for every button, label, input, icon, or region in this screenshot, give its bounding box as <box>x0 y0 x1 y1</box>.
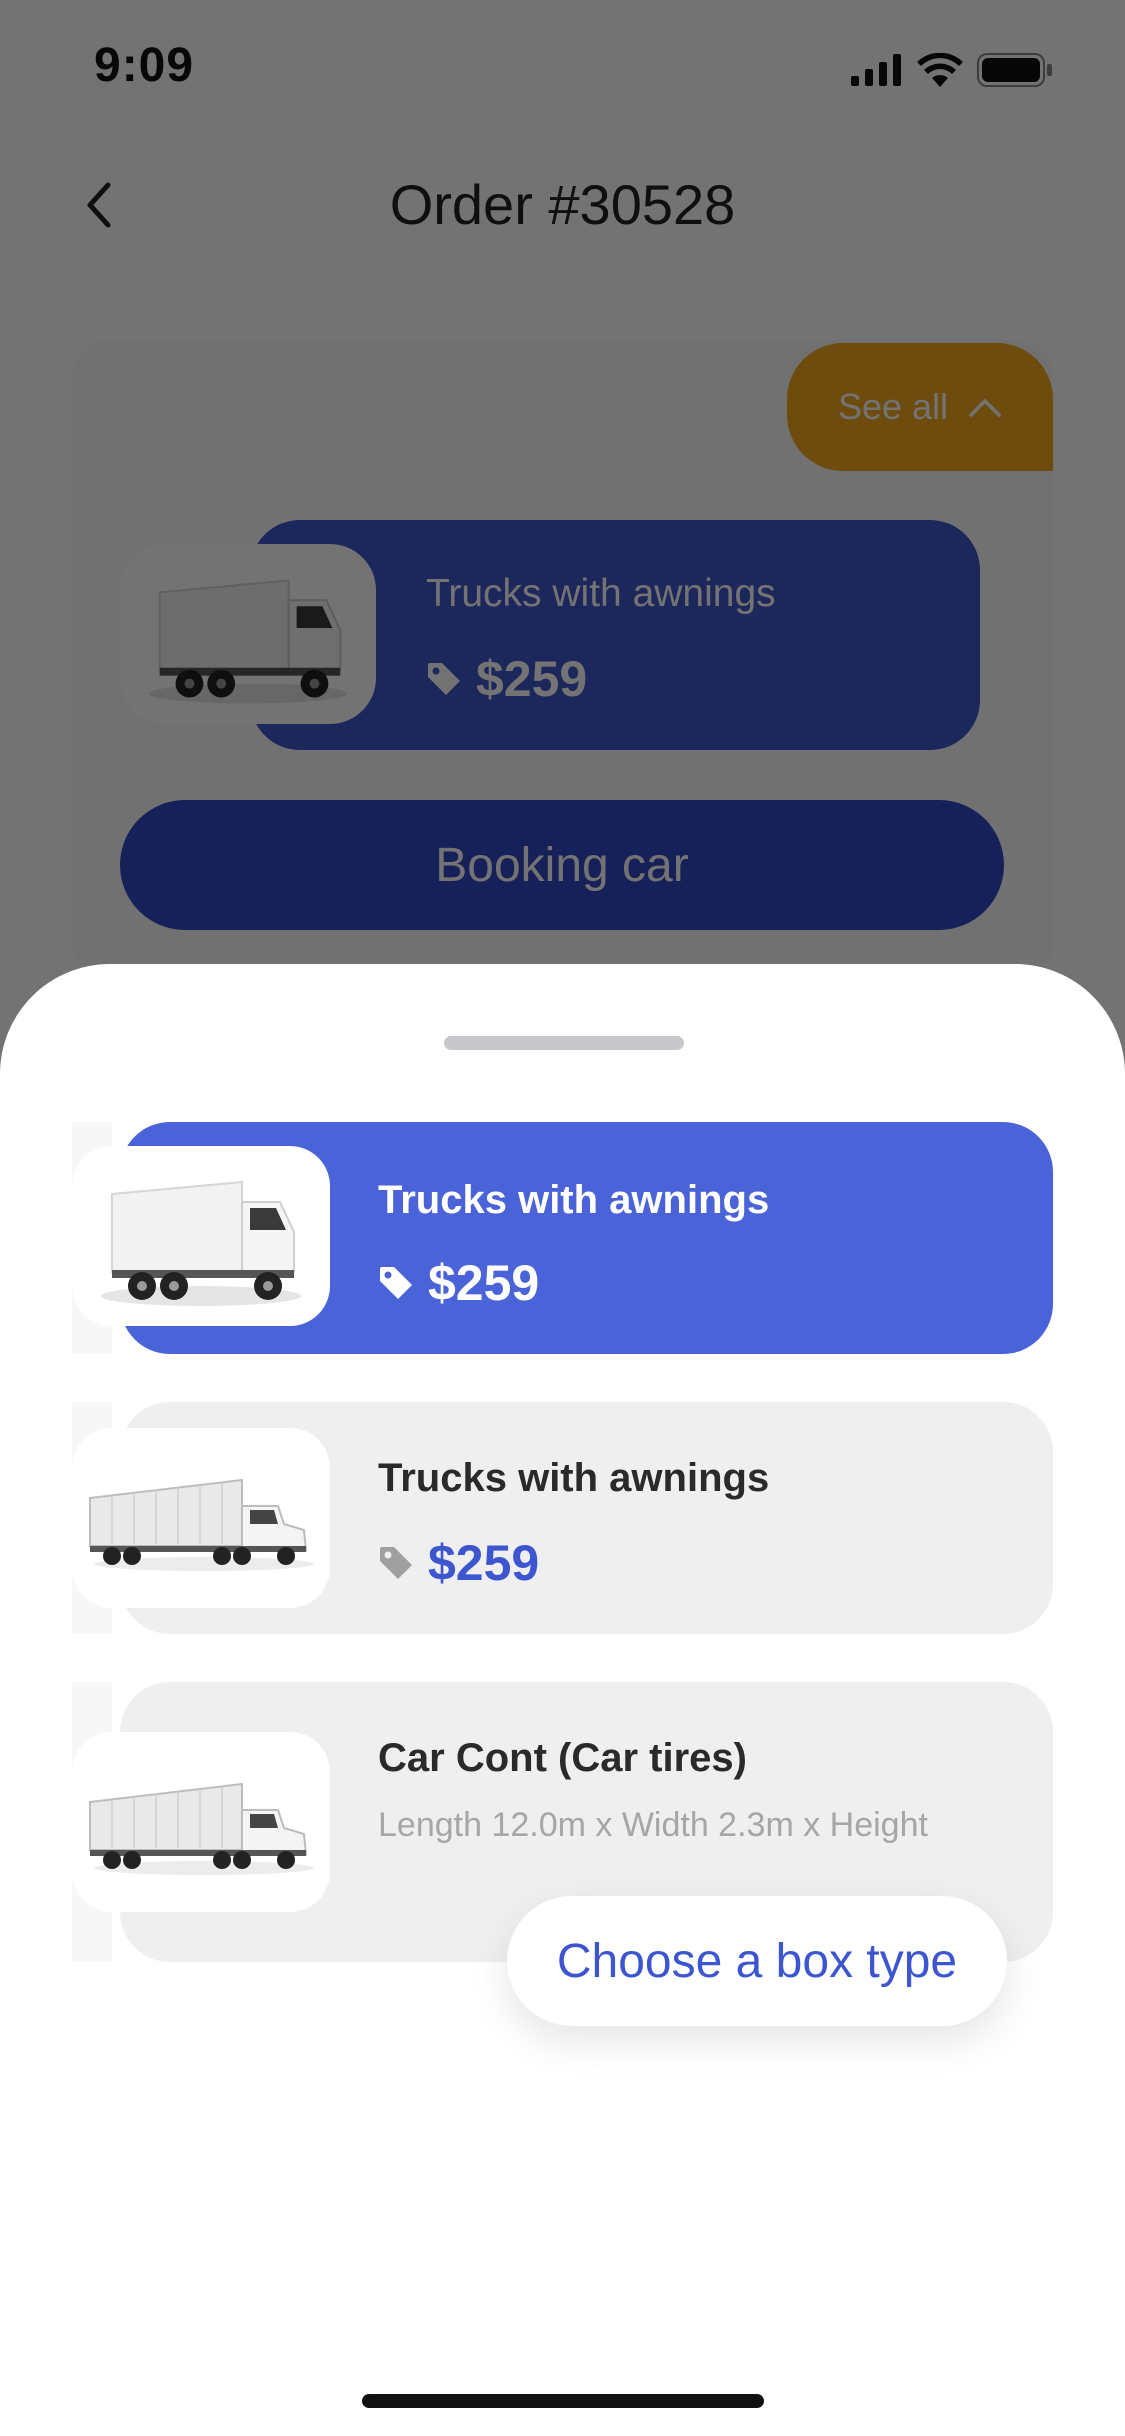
wifi-icon <box>917 53 963 87</box>
truck-option-2-price-value: $259 <box>428 1535 540 1591</box>
price-tag-icon <box>428 663 460 695</box>
status-time: 9:09 <box>94 39 195 92</box>
truck-option-3-image <box>72 1732 330 1912</box>
truck-option-1-price: $259 <box>378 1254 539 1312</box>
app-screen: 9:09 Order #30528 See all Trucks with aw… <box>0 0 1125 2436</box>
home-indicator <box>362 2394 764 2408</box>
box-truck-icon <box>101 1180 301 1306</box>
page-title: Order #30528 <box>389 173 736 236</box>
box-truck-icon <box>148 579 348 704</box>
see-all-button[interactable]: See all <box>787 343 1053 471</box>
cellular-signal-icon <box>851 54 901 86</box>
status-bar: 9:09 <box>0 0 1125 140</box>
truck-option-2-price: $259 <box>378 1534 539 1592</box>
booking-car-button[interactable]: Booking car <box>120 800 1004 930</box>
nav-bar: Order #30528 <box>0 150 1125 260</box>
battery-icon <box>977 53 1052 87</box>
truck-option-1-price-value: $259 <box>428 1255 540 1311</box>
sheet-drag-handle[interactable] <box>444 1036 684 1050</box>
truck-option-1-name: Trucks with awnings <box>378 1178 770 1222</box>
choose-box-type-button[interactable]: Choose a box type <box>507 1896 1007 2026</box>
price-tag-icon <box>380 1267 412 1299</box>
price-tag-icon <box>380 1547 412 1579</box>
truck-option-1-image <box>72 1146 330 1326</box>
selected-truck-price-value: $259 <box>476 651 588 707</box>
truck-option-3-name: Car Cont (Car tires) <box>378 1736 747 1780</box>
see-all-label: See all <box>837 386 949 427</box>
selected-truck-image <box>120 544 376 724</box>
truck-option-2-image <box>72 1428 330 1608</box>
semi-truck-icon <box>89 1478 314 1571</box>
truck-option-3-dimensions: Length 12.0m x Width 2.3m x Height <box>378 1806 928 1844</box>
semi-truck-icon <box>89 1782 314 1875</box>
truck-option-2-name: Trucks with awnings <box>378 1456 770 1500</box>
chevron-up-icon <box>969 399 1001 417</box>
status-icons <box>851 50 1053 90</box>
selected-truck-price: $259 <box>426 650 587 708</box>
selected-truck-name: Trucks with awnings <box>426 572 776 615</box>
